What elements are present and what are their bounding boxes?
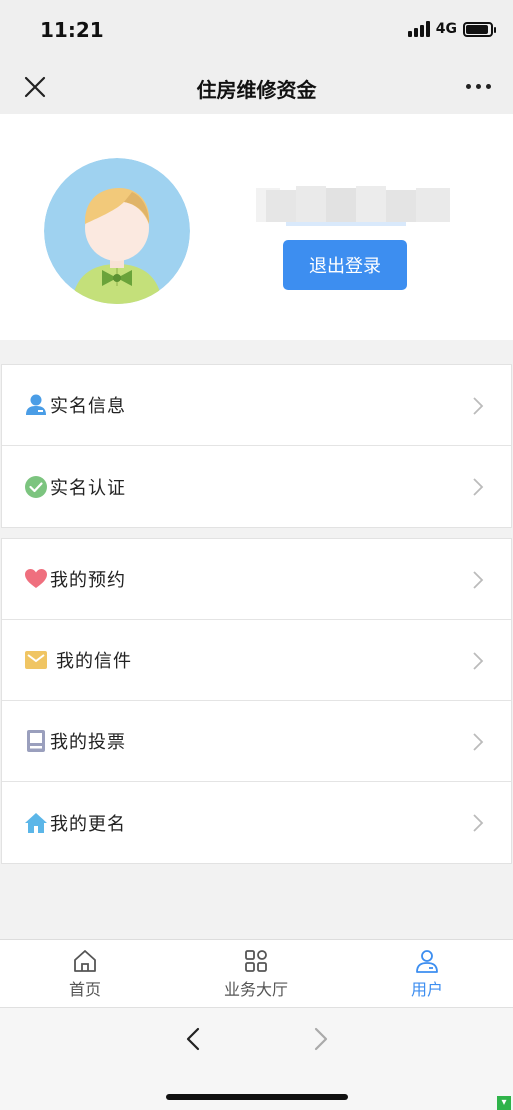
tab-bar: 首页 业务大厅 用户 [0, 939, 513, 1007]
home-indicator[interactable] [166, 1094, 348, 1100]
signal-icon [407, 21, 430, 37]
chevron-right-icon [473, 733, 484, 751]
user-icon [26, 394, 46, 415]
tab-label: 业务大厅 [223, 980, 288, 999]
forward-arrow-icon[interactable] [308, 1026, 332, 1052]
home-icon [74, 950, 96, 972]
chevron-right-icon [473, 814, 484, 832]
page-title: 住房维修资金 [196, 78, 317, 102]
username-blurred [246, 184, 472, 226]
battery-icon [463, 21, 496, 37]
battery-level [466, 24, 488, 34]
status-time: 11:21 [40, 18, 104, 42]
profile-section: 退出登录 [0, 114, 513, 340]
home-icon [25, 812, 47, 833]
avatar-icon [44, 158, 190, 304]
heart-icon [25, 569, 47, 588]
menu-item-real-name-info[interactable]: 实名信息 [2, 365, 511, 446]
user-icon [416, 950, 438, 973]
browser-toolbar: ▾ [0, 1007, 513, 1110]
menu-item-label: 我的信件 [56, 651, 132, 672]
tab-user[interactable]: 用户 [367, 948, 487, 1000]
menu-item-label: 我的预约 [50, 570, 126, 591]
menu-item-label: 我的投票 [50, 732, 126, 753]
tab-home[interactable]: 首页 [25, 948, 145, 1000]
chevron-right-icon [473, 397, 484, 415]
menu-item-my-votes[interactable]: 我的投票 [2, 701, 511, 782]
chevron-right-icon [473, 652, 484, 670]
tab-service-hall[interactable]: 业务大厅 [196, 948, 316, 1000]
chevron-right-icon [473, 571, 484, 589]
grid-icon [245, 950, 267, 972]
nav-bar: 住房维修资金 [0, 60, 513, 114]
menu-item-label: 实名认证 [50, 477, 126, 499]
network-type: 4G [435, 21, 457, 37]
tab-label: 用户 [410, 980, 443, 999]
check-circle-icon [25, 475, 47, 498]
more-icon[interactable] [466, 84, 491, 89]
mail-icon [25, 651, 47, 669]
menu-group-services: 我的预约 我的信件 我的投票 我的更名 [1, 538, 512, 864]
menu-item-my-appointments[interactable]: 我的预约 [2, 539, 511, 620]
tab-label: 首页 [68, 980, 101, 999]
menu-item-my-letters[interactable]: 我的信件 [2, 620, 511, 701]
menu-group-identity: 实名信息 实名认证 [1, 364, 512, 528]
back-arrow-icon[interactable] [182, 1026, 206, 1052]
menu-item-my-rename[interactable]: 我的更名 [2, 782, 511, 863]
menu-item-label: 实名信息 [50, 396, 126, 417]
ballot-icon [27, 730, 45, 752]
menu-item-label: 我的更名 [50, 813, 126, 835]
status-indicators: 4G [407, 21, 496, 37]
status-bar: 11:21 4G [0, 0, 513, 60]
download-badge-icon: ▾ [497, 1096, 511, 1110]
menu-item-real-name-verification[interactable]: 实名认证 [2, 446, 511, 527]
logout-button[interactable]: 退出登录 [283, 240, 407, 290]
chevron-right-icon [473, 478, 484, 496]
